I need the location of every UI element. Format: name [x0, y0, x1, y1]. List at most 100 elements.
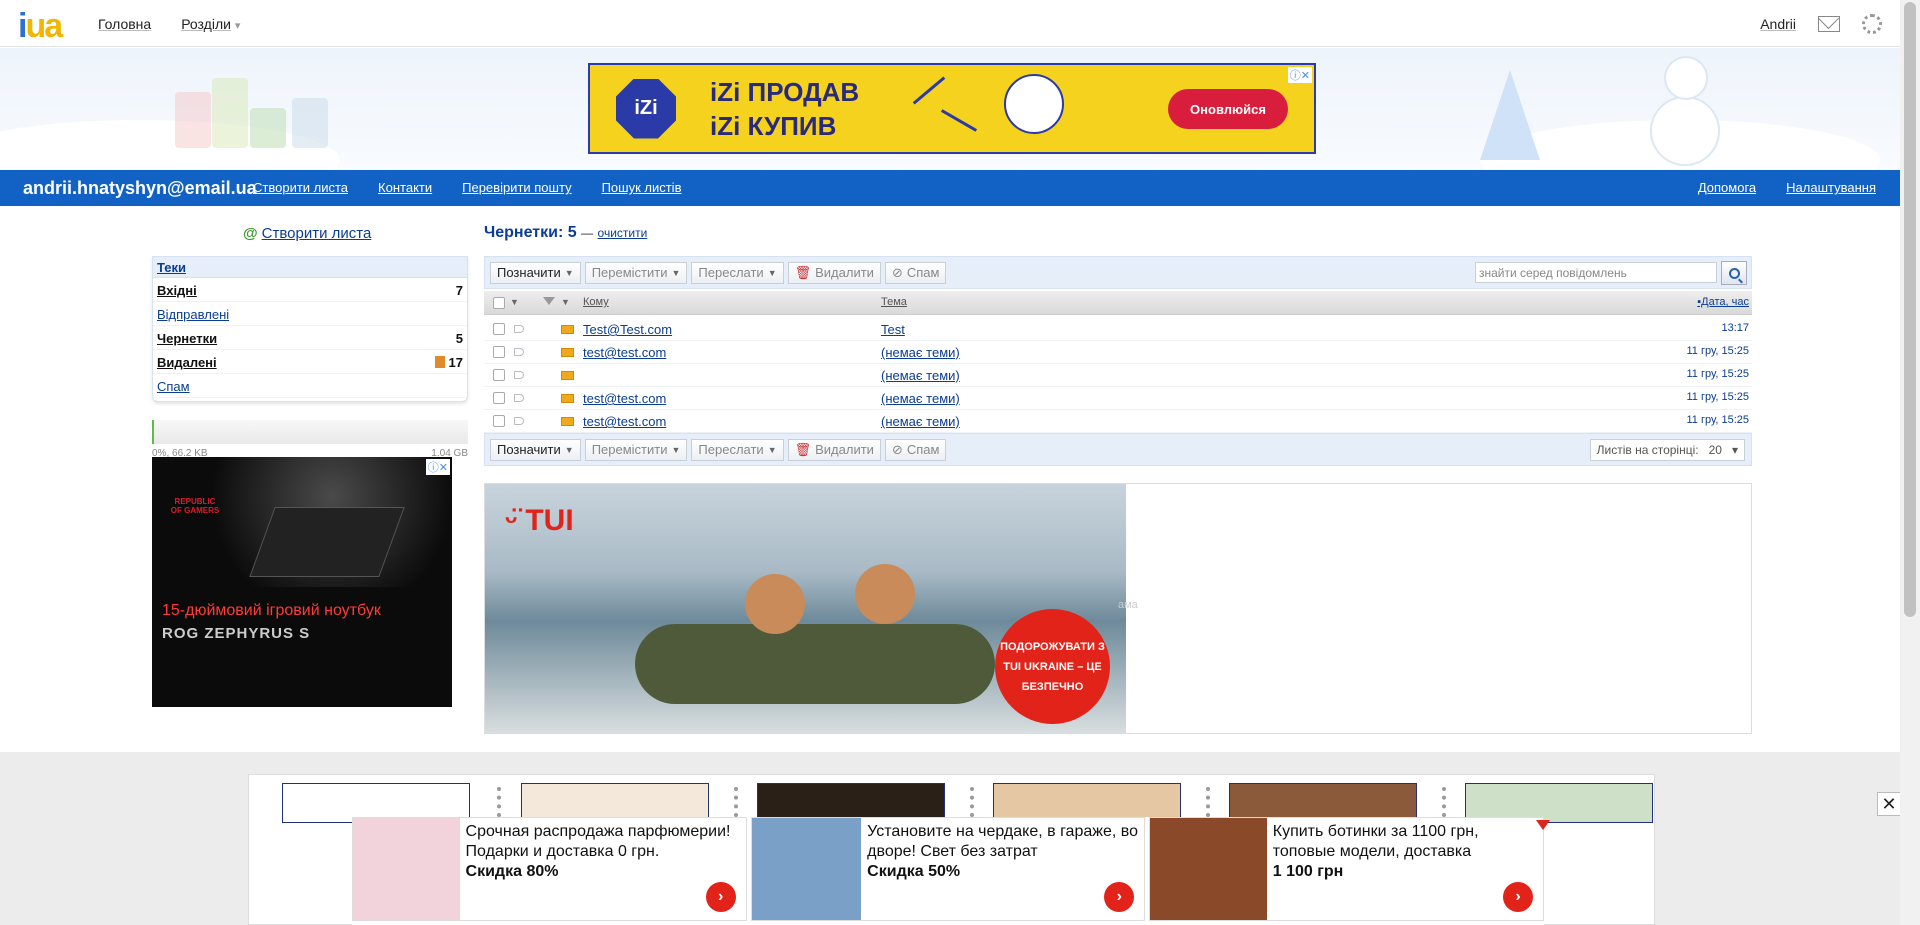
close-icon[interactable]: ✕	[1877, 792, 1901, 816]
forward-label: Переслати	[698, 265, 764, 280]
flag-icon[interactable]	[512, 392, 524, 404]
row-date: 13:17	[1721, 322, 1749, 334]
bottom-toolbar: Позначити ▼ Перемістити ▼ Переслати ▼ 🗑 Вида…	[484, 433, 1752, 466]
column-date[interactable]: ▪Дата, час	[1697, 296, 1749, 308]
mail-nav-links: Створити листа Контакти Перевірити пошту…	[253, 180, 681, 195]
search-button[interactable]	[1721, 261, 1747, 285]
nav-sections-label: Розділи	[181, 16, 231, 32]
nav-check-mail-link[interactable]: Перевірити пошту	[462, 180, 571, 195]
move-button[interactable]: Перемістити ▼	[584, 438, 688, 461]
folders-header: Теки	[153, 257, 467, 278]
at-icon: @	[243, 225, 258, 242]
ad-close-icon[interactable]: ⓘ✕	[1287, 67, 1312, 83]
row-subject[interactable]: (немає теми)	[881, 368, 960, 383]
chevron-down-icon[interactable]: ▼	[561, 297, 570, 307]
spam-button[interactable]: ⊘ Спам	[884, 261, 947, 284]
scrollbar-thumb[interactable]	[1904, 2, 1916, 617]
ad-choice-icon[interactable]	[1536, 820, 1550, 830]
table-row[interactable]: test@test.com (немає теми) 11 гру, 15:25	[484, 387, 1752, 410]
filter-icon[interactable]	[543, 297, 555, 305]
envelope-icon	[561, 348, 574, 357]
mark-button[interactable]: Позначити ▼	[490, 438, 581, 461]
row-subject[interactable]: Test	[881, 322, 905, 337]
ad-discount: 1 100 грн	[1272, 863, 1344, 880]
ad-close-icon[interactable]: ⓘ✕	[425, 459, 450, 475]
flag-icon[interactable]	[512, 369, 524, 381]
row-subject[interactable]: (немає теми)	[881, 414, 960, 429]
izi-line-1: iZi ПРОДАВ	[710, 76, 860, 107]
row-recipient[interactable]: test@test.com	[583, 414, 666, 429]
column-subject[interactable]: Тема	[881, 296, 907, 308]
row-checkbox[interactable]	[493, 323, 505, 335]
folders-title-link[interactable]: Теки	[157, 260, 186, 275]
folder-spam[interactable]: Спам	[153, 374, 467, 398]
folder-drafts[interactable]: Чернетки 5	[153, 326, 467, 350]
chevron-down-icon[interactable]: ▼	[510, 297, 519, 307]
per-page-select[interactable]: Листів на сторінці: 20 ▾	[1589, 439, 1745, 461]
bottom-ad-perfume[interactable]: Срочная распродажа парфюмерии! Подарки и…	[352, 817, 747, 921]
flag-icon[interactable]	[512, 415, 524, 427]
search-input[interactable]: знайти серед повідомлень	[1475, 262, 1717, 283]
flag-icon[interactable]	[512, 346, 524, 358]
clear-folder-link[interactable]: очистити	[598, 226, 648, 240]
folder-count: 7	[455, 283, 463, 298]
bottom-ad-boots[interactable]: Купить ботинки за 1100 грн, топовые моде…	[1149, 817, 1545, 921]
snowman-decor	[1664, 56, 1708, 100]
izi-ad-button[interactable]: Оновлюйся	[1168, 89, 1288, 129]
arrow-right-icon[interactable]: ›	[705, 882, 736, 912]
block-icon: ⊘	[891, 441, 903, 457]
table-row[interactable]: test@test.com (немає теми) 11 гру, 15:25	[484, 341, 1752, 364]
nav-home-link[interactable]: Головна	[98, 16, 151, 32]
forward-button[interactable]: Переслати ▼	[691, 261, 784, 284]
gear-icon[interactable]	[1862, 14, 1882, 34]
row-date: 11 гру, 15:25	[1686, 414, 1749, 426]
forward-button[interactable]: Переслати ▼	[691, 438, 784, 461]
folder-sent[interactable]: Відправлені	[153, 302, 467, 326]
nav-help-link[interactable]: Допомога	[1698, 180, 1756, 195]
tui-ad-banner[interactable]: ᵕ̈ TUI ПОДОРОЖУВАТИ З TUI UKRAINE – ЦЕ БЕ…	[485, 484, 1126, 733]
mark-button[interactable]: Позначити ▼	[490, 261, 581, 284]
nav-search-mail-link[interactable]: Пошук листів	[602, 180, 682, 195]
row-checkbox[interactable]	[493, 369, 505, 381]
envelope-icon	[561, 371, 574, 380]
mail-icon[interactable]	[1818, 16, 1840, 32]
select-all-checkbox[interactable]	[493, 297, 505, 309]
folder-trash[interactable]: Видалені 17	[153, 350, 467, 374]
arrow-right-icon[interactable]: ›	[1503, 882, 1534, 912]
nav-sections[interactable]: Розділи ▾	[181, 16, 240, 32]
row-subject[interactable]: (немає теми)	[881, 345, 960, 360]
delete-label: Видалити	[815, 265, 874, 280]
nav-compose-link[interactable]: Створити листа	[253, 180, 348, 195]
row-recipient[interactable]: Test@Test.com	[583, 322, 672, 337]
table-row[interactable]: test@test.com (немає теми) 11 гру, 15:25	[484, 410, 1752, 433]
folder-inbox[interactable]: Вхідні 7	[153, 278, 467, 302]
delete-button[interactable]: 🗑 Видалити	[787, 438, 881, 461]
table-row[interactable]: Test@Test.com Test 13:17	[484, 318, 1752, 341]
row-subject[interactable]: (немає теми)	[881, 391, 960, 406]
delete-button[interactable]: 🗑 Видалити	[787, 261, 881, 284]
spam-button[interactable]: ⊘ Спам	[884, 438, 947, 461]
flag-icon[interactable]	[512, 323, 524, 335]
title-dash: —	[581, 226, 594, 240]
row-checkbox[interactable]	[493, 392, 505, 404]
folder-list: Теки Вхідні 7 Відправлені Чернетки 5 Видал…	[152, 256, 468, 402]
trash-icon[interactable]	[434, 356, 445, 368]
row-recipient[interactable]: test@test.com	[583, 391, 666, 406]
column-to[interactable]: Кому	[583, 296, 609, 308]
nav-settings-link[interactable]: Налаштування	[1786, 180, 1876, 195]
face-illustration	[1004, 73, 1065, 134]
table-row[interactable]: (немає теми) 11 гру, 15:25	[484, 364, 1752, 387]
bottom-ad-solar-light[interactable]: Установите на чердаке, в гараже, во двор…	[750, 817, 1146, 921]
row-recipient[interactable]: test@test.com	[583, 345, 666, 360]
compose-link[interactable]: Створити листа	[262, 225, 372, 242]
rog-ad-banner[interactable]: REPUBLIC OF GAMERS 15-дюймовий ігровий н…	[152, 457, 452, 707]
user-link[interactable]: Andrii	[1760, 16, 1796, 32]
row-checkbox[interactable]	[493, 415, 505, 427]
forward-label: Переслати	[698, 442, 764, 457]
nav-contacts-link[interactable]: Контакти	[378, 180, 432, 195]
scrollbar[interactable]	[1900, 0, 1920, 925]
izi-ad-banner[interactable]: iZi iZi ПРОДАВ iZi КУПИВ Оновлюйся ⓘ✕	[588, 63, 1316, 154]
site-logo[interactable]: iua	[18, 7, 63, 46]
row-checkbox[interactable]	[493, 346, 505, 358]
move-button[interactable]: Перемістити ▼	[584, 261, 688, 284]
